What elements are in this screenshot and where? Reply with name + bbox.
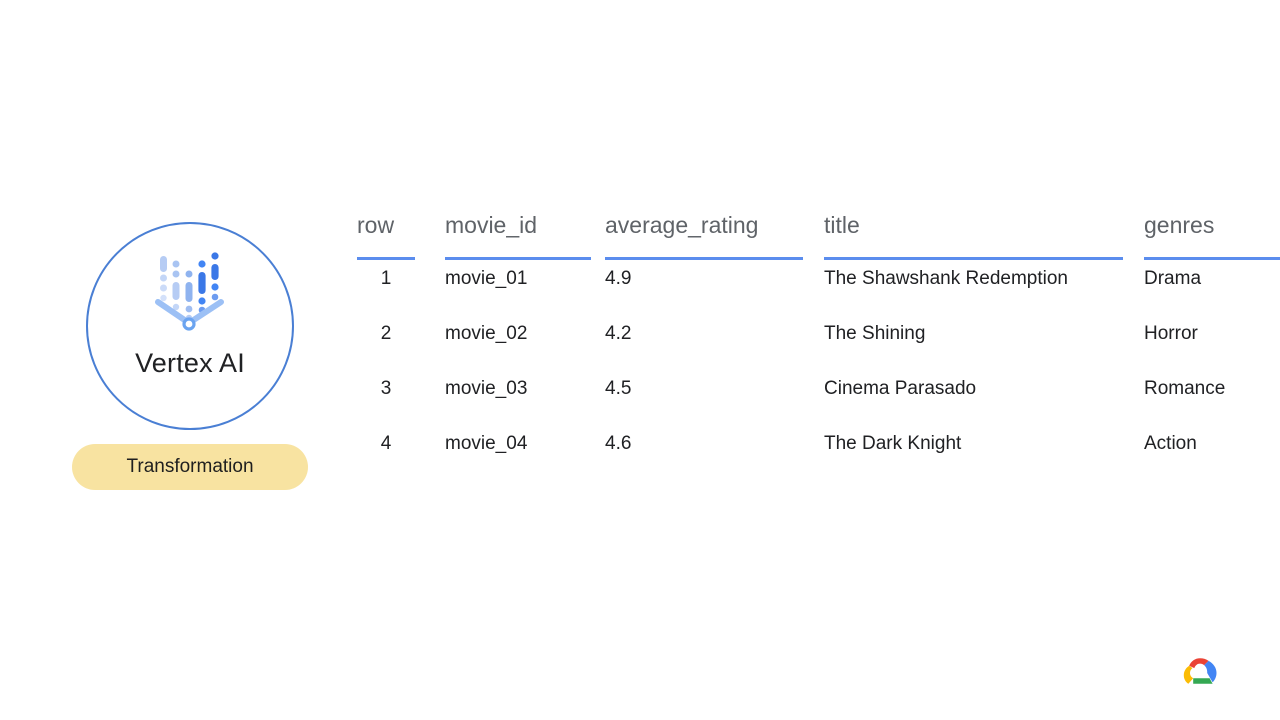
column-rule-movie-id: [445, 257, 591, 260]
cell-title: The Shining: [824, 323, 926, 344]
column-rule-genres: [1144, 257, 1280, 260]
cell-average-rating: 4.9: [605, 268, 632, 289]
table-header-row: row movie_id average_rating title genres: [357, 212, 1280, 268]
cell-row: 3: [380, 378, 392, 399]
column-header-genres: genres: [1144, 212, 1215, 238]
cell-row: 2: [380, 323, 392, 344]
column-rule-title: [824, 257, 1123, 260]
cell-genres: Romance: [1144, 378, 1226, 399]
cell-average-rating: 4.5: [605, 378, 632, 399]
table-body: 1 movie_01 4.9 The Shawshank Redemption …: [357, 268, 1280, 488]
movies-table: row movie_id average_rating title genres…: [357, 212, 1280, 488]
cell-movie-id: movie_04: [445, 433, 528, 454]
cell-movie-id: movie_02: [445, 323, 528, 344]
column-rule-row: [357, 257, 415, 260]
cell-row: 4: [380, 433, 392, 454]
cell-title: Cinema Parasado: [824, 378, 977, 399]
column-header-title: title: [824, 212, 860, 238]
google-cloud-icon: [1183, 658, 1217, 684]
cell-movie-id: movie_03: [445, 378, 528, 399]
transformation-badge-label: Transformation: [126, 456, 254, 477]
column-header-average-rating: average_rating: [605, 212, 759, 238]
table-row: 2 movie_02 4.2 The Shining Horror: [357, 323, 1280, 378]
vertex-ai-node: Vertex AI: [86, 222, 294, 430]
column-header-row: row: [357, 212, 395, 238]
cell-title: The Shawshank Redemption: [824, 268, 1068, 289]
cell-average-rating: 4.6: [605, 433, 632, 454]
table-row: 1 movie_01 4.9 The Shawshank Redemption …: [357, 268, 1280, 323]
column-rule-average-rating: [605, 257, 803, 260]
cell-row: 1: [380, 268, 392, 289]
cell-genres: Drama: [1144, 268, 1202, 289]
table-row: 4 movie_04 4.6 The Dark Knight Action: [357, 433, 1280, 488]
cell-movie-id: movie_01: [445, 268, 528, 289]
cell-genres: Action: [1144, 433, 1197, 454]
vertex-ai-label: Vertex AI: [135, 348, 245, 378]
transformation-badge: Transformation: [72, 444, 308, 490]
cell-genres: Horror: [1144, 323, 1198, 344]
table-row: 3 movie_03 4.5 Cinema Parasado Romance: [357, 378, 1280, 433]
cell-average-rating: 4.2: [605, 323, 632, 344]
cell-title: The Dark Knight: [824, 433, 962, 454]
column-header-movie-id: movie_id: [445, 212, 538, 238]
vertex-ai-icon: [155, 252, 224, 331]
